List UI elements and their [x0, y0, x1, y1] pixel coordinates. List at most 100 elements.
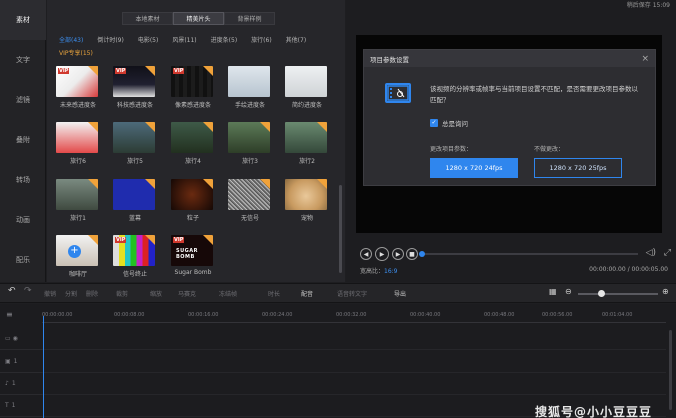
zoom-in-icon[interactable]: ⊕: [662, 287, 669, 296]
clip-tile[interactable]: VIP 像素感进度条: [171, 66, 215, 109]
add-clip-button[interactable]: +: [68, 245, 81, 258]
track-header-3[interactable]: T1: [0, 395, 42, 417]
clip-tile[interactable]: 无信号: [228, 179, 272, 222]
sidebar-item-transition[interactable]: 转场: [0, 160, 46, 200]
category-travel[interactable]: 旅行(6): [251, 35, 272, 44]
tool-voiceover[interactable]: 配音: [301, 289, 313, 298]
timeline-scrollbar[interactable]: [669, 330, 672, 410]
clip-label: 手绘进度条: [234, 102, 265, 109]
tool-duration[interactable]: 时长: [268, 289, 280, 298]
sidebar-item-animation[interactable]: 动画: [0, 200, 46, 240]
timeline-zoom-slider[interactable]: [578, 293, 658, 295]
clip-thumbnail: [228, 66, 270, 97]
category-countdown[interactable]: 倒计时(9): [97, 35, 124, 44]
track-header-2[interactable]: ♪ 1: [0, 373, 42, 395]
vip-badge-icon: [145, 66, 155, 76]
tab-intro-clips[interactable]: 精美片头: [173, 12, 224, 25]
track-lane-video[interactable]: [42, 328, 666, 350]
clip-thumbnail: VIP: [171, 66, 213, 97]
tab-local-material[interactable]: 本地素材: [122, 12, 173, 25]
tool-freeze[interactable]: 冻结帧: [219, 289, 237, 298]
track-lane-2[interactable]: [42, 373, 666, 395]
clip-tile[interactable]: 旅行1: [56, 179, 100, 222]
zoom-out-icon[interactable]: ⊖: [565, 287, 572, 296]
playback-knob[interactable]: [419, 251, 425, 257]
aspect-ratio[interactable]: 宽高比：16:9: [360, 266, 398, 275]
tool-export[interactable]: 导出: [394, 289, 406, 298]
category-movie[interactable]: 电影(5): [138, 35, 159, 44]
ruler-tick: 00:00:48.00: [484, 312, 515, 318]
ruler-tick: 00:00:24.00: [262, 312, 293, 318]
clip-tile[interactable]: 旅行2: [285, 122, 329, 165]
clip-label: 粒子: [186, 215, 199, 222]
tool-delete[interactable]: 删除: [86, 289, 98, 298]
track-lane-1[interactable]: [42, 351, 666, 373]
clip-tile[interactable]: 旅行5: [113, 122, 157, 165]
category-scenery[interactable]: 风景(11): [172, 35, 196, 44]
checkbox-checked-icon[interactable]: ✓: [430, 119, 438, 127]
clip-thumbnail: [56, 122, 98, 153]
sidebar-item-music[interactable]: 配乐: [0, 240, 46, 280]
playback-progress[interactable]: [422, 253, 638, 255]
clip-tile[interactable]: VIP 未来感进度条: [56, 66, 100, 109]
tool-undo[interactable]: 撤销: [44, 289, 56, 298]
tab-background-samples[interactable]: 背景样例: [224, 12, 275, 25]
clip-tile[interactable]: 手绘进度条: [228, 66, 272, 109]
tool-mosaic[interactable]: 马赛克: [178, 289, 196, 298]
redo-icon[interactable]: ↷: [24, 286, 32, 296]
change-project-button[interactable]: 1280 x 720 24fps: [430, 158, 518, 178]
clip-tile[interactable]: 粒子: [171, 179, 215, 222]
clip-tile[interactable]: 旅行6: [56, 122, 100, 165]
sidebar-item-overlay[interactable]: 叠附: [0, 120, 46, 160]
track-header-video[interactable]: ▭ ◉: [0, 328, 42, 350]
tool-speech-to-text[interactable]: 语音转文字: [337, 289, 367, 298]
vip-tag: VIP: [173, 237, 185, 243]
clip-tile[interactable]: 旅行4: [171, 122, 215, 165]
grid-icon[interactable]: ▦: [549, 287, 557, 296]
clip-tile[interactable]: 蓝幕: [113, 179, 157, 222]
category-all[interactable]: 全部(43): [59, 35, 83, 44]
sidebar-item-filter[interactable]: 滤镜: [0, 80, 46, 120]
zoom-slider-knob[interactable]: [598, 290, 605, 297]
track-header-1[interactable]: ▣ 1: [0, 351, 42, 373]
clip-label: 简约进度条: [291, 102, 322, 109]
sidebar-item-material[interactable]: 素材: [0, 0, 46, 40]
clip-tile[interactable]: 宠物: [285, 179, 329, 222]
sidebar-item-text[interactable]: 文字: [0, 40, 46, 80]
film-scissors-icon: [387, 85, 409, 101]
volume-icon[interactable]: ◁): [646, 248, 656, 258]
prev-frame-button[interactable]: ◀: [360, 248, 372, 260]
clip-tile[interactable]: 简约进度条: [285, 66, 329, 109]
category-progress-bar[interactable]: 进度条(5): [211, 35, 238, 44]
keep-project-button[interactable]: 1280 x 720 25fps: [534, 158, 622, 178]
vip-tag: VIP: [115, 237, 127, 243]
clip-tile[interactable]: VIP SUGAR BOMB Sugar Bomb: [171, 235, 215, 276]
clip-tile[interactable]: VIP 科技感进度条: [113, 66, 157, 109]
clip-tile[interactable]: 旅行3: [228, 122, 272, 165]
library-scrollbar[interactable]: [339, 185, 342, 273]
clip-label: 旅行3: [242, 158, 258, 165]
always-ask-checkbox[interactable]: ✓ 总是询问: [430, 118, 468, 128]
tool-crop[interactable]: 裁剪: [116, 289, 128, 298]
playhead[interactable]: [43, 316, 44, 418]
ruler-tick: 00:00:40.00: [410, 312, 441, 318]
video-track-icon: ▭ ◉: [5, 335, 18, 342]
track-menu-icon[interactable]: ≡: [6, 310, 13, 319]
clip-tile[interactable]: + 咖啡厅: [56, 235, 100, 278]
clip-tile[interactable]: VIP 信号终止: [113, 235, 157, 278]
timeline: ≡ 00:00:00.00 00:00:08.00 00:00:16.00 00…: [0, 304, 676, 418]
fullscreen-icon[interactable]: ⤢: [664, 248, 671, 258]
track-index: 1: [11, 380, 16, 387]
category-other[interactable]: 其他(7): [286, 35, 307, 44]
tool-split[interactable]: 分割: [65, 289, 77, 298]
undo-icon[interactable]: ↶: [8, 286, 16, 296]
tool-zoom[interactable]: 缩放: [150, 289, 162, 298]
ruler-baseline: [42, 322, 666, 323]
clip-label: 旅行6: [70, 158, 86, 165]
close-icon[interactable]: ×: [641, 54, 649, 64]
play-button[interactable]: ▶: [375, 247, 389, 261]
category-vip[interactable]: VIP专享(15): [59, 48, 93, 57]
stop-button[interactable]: ■: [406, 248, 418, 260]
next-frame-button[interactable]: ▶: [392, 248, 404, 260]
clip-thumbnail: [113, 122, 155, 153]
